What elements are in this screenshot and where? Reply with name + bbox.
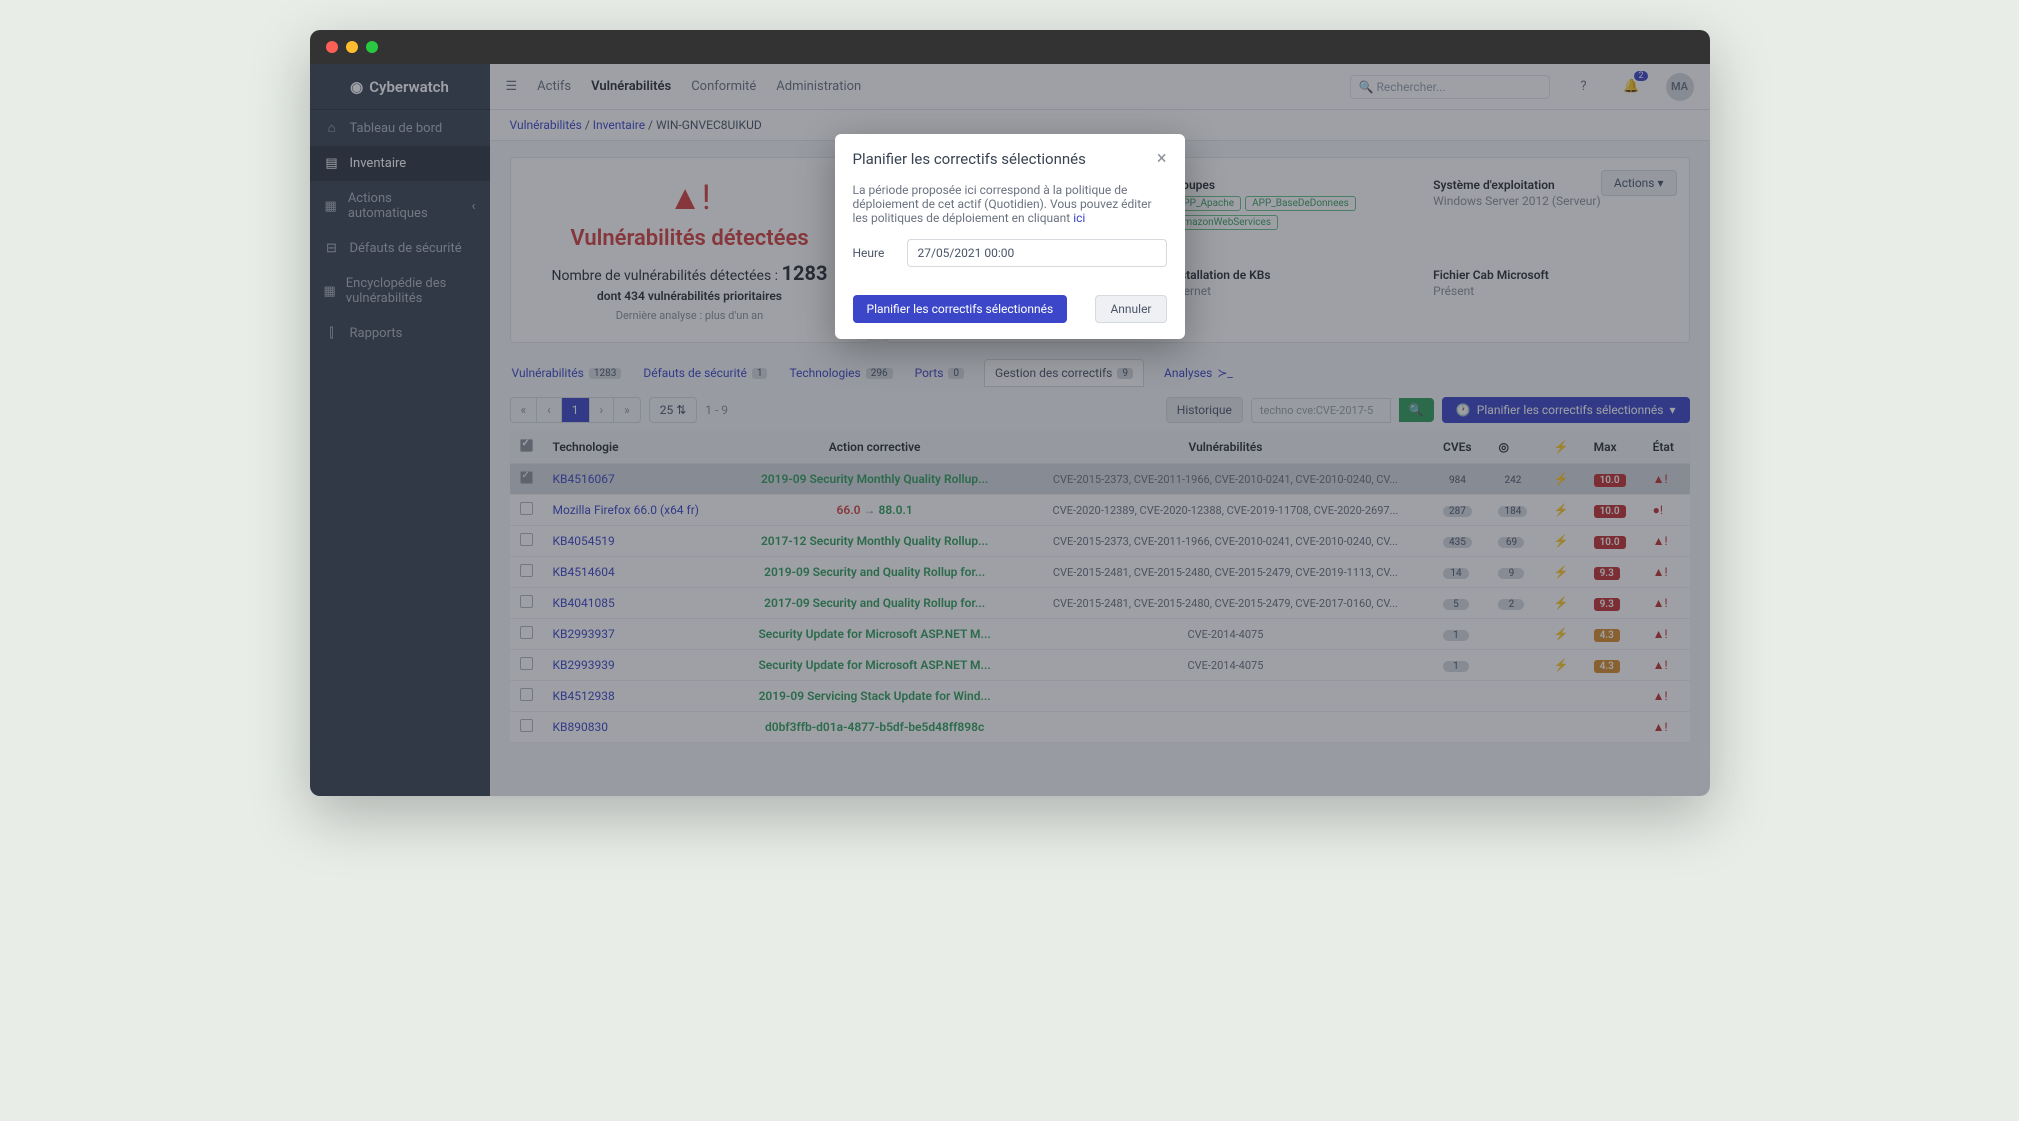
modal-close-button[interactable]: × (1157, 148, 1167, 169)
confirm-schedule-button[interactable]: Planifier les correctifs sélectionnés (853, 295, 1068, 323)
cancel-button[interactable]: Annuler (1095, 295, 1166, 323)
modal-title: Planifier les correctifs sélectionnés (853, 150, 1086, 168)
time-label: Heure (853, 246, 893, 260)
window-maximize[interactable] (366, 41, 378, 53)
modal-policy-link[interactable]: ici (1073, 211, 1085, 225)
modal-overlay[interactable]: Planifier les correctifs sélectionnés × … (310, 64, 1710, 796)
modal-description: La période proposée ici correspond à la … (853, 183, 1152, 225)
window-minimize[interactable] (346, 41, 358, 53)
window-titlebar (310, 30, 1710, 64)
datetime-input[interactable] (907, 239, 1167, 267)
schedule-modal: Planifier les correctifs sélectionnés × … (835, 134, 1185, 339)
window-close[interactable] (326, 41, 338, 53)
